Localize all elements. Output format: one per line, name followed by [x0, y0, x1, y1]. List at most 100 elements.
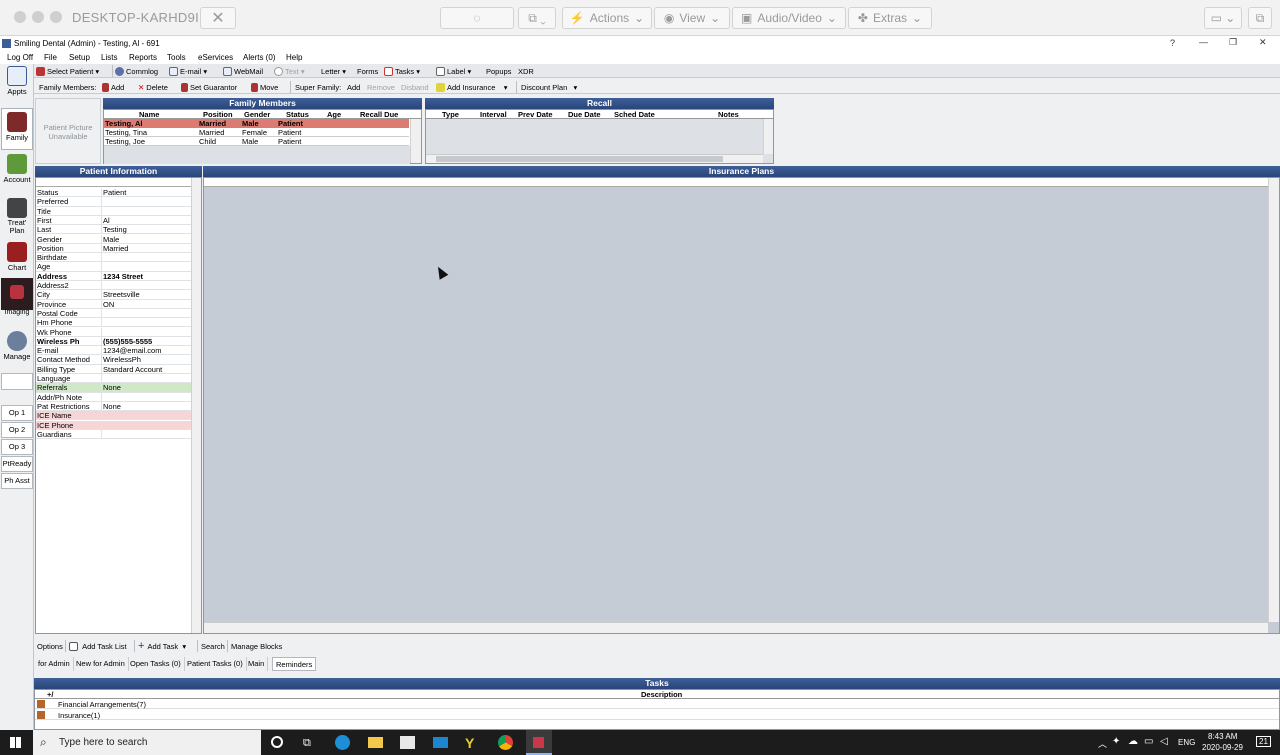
remove-button[interactable]: Remove	[367, 81, 395, 93]
module-family[interactable]: Family	[1, 108, 33, 150]
patient-info-row[interactable]: Wireless Ph (555)555-5555	[36, 336, 191, 347]
menu-reports[interactable]: Reports	[129, 53, 157, 62]
ptready-button[interactable]: PtReady	[1, 456, 33, 472]
patient-info-row[interactable]: Contact Method WirelessPh	[36, 355, 191, 365]
extras-menu[interactable]: ✤ Extras ⌄	[848, 7, 932, 29]
search-tasks-button[interactable]: Search	[201, 640, 225, 652]
patient-info-row[interactable]: Postal Code	[36, 308, 191, 319]
restore-icon[interactable]: ❐	[1229, 37, 1237, 48]
commlog-button[interactable]: Commlog	[115, 65, 158, 77]
family-row[interactable]: Testing, Tina Married Female Patient	[104, 128, 409, 137]
disconnect-button[interactable]: ✕	[200, 7, 236, 29]
family-row[interactable]: Testing, Al Married Male Patient	[104, 119, 409, 128]
tab-for-admin[interactable]: for Admin	[35, 657, 74, 671]
patient-info-row[interactable]: Referrals None	[36, 383, 191, 393]
menu-alerts[interactable]: Alerts (0)	[243, 53, 275, 62]
add-task-button[interactable]: + Add Task ▾	[138, 640, 186, 652]
letter-button[interactable]: Letter ▾	[321, 65, 346, 77]
display-button[interactable]: ▭ ⌄	[1204, 7, 1242, 29]
open-dental-taskbar-item[interactable]	[526, 730, 552, 755]
patient-info-row[interactable]: Address 1234 Street	[36, 271, 191, 281]
patient-info-row[interactable]: Language	[36, 374, 191, 384]
add-insurance-button[interactable]: Add Insurance ▾	[436, 81, 507, 93]
discount-plan-button[interactable]: Discount Plan ▾	[521, 81, 577, 93]
recall-hscroll[interactable]	[426, 154, 763, 163]
dropbox-icon[interactable]: ✦	[1112, 736, 1120, 747]
ph-asst-button[interactable]: Ph Asst	[1, 473, 33, 489]
xdr-button[interactable]: XDR	[518, 65, 534, 77]
module-treat-plan[interactable]: Treat' Plan	[1, 198, 33, 235]
task-list-row[interactable]: Insurance(1)	[35, 711, 1279, 720]
mail-icon[interactable]	[433, 737, 448, 748]
email-button[interactable]: E-mail ▾	[169, 65, 207, 77]
module-account[interactable]: Account	[1, 154, 33, 184]
patient-info-row[interactable]: Addr/Ph Note	[36, 392, 191, 402]
task-view-icon[interactable]: ⧉	[303, 737, 311, 750]
cortana-icon[interactable]	[271, 736, 283, 748]
minimize-window-dot[interactable]	[32, 11, 44, 23]
forms-button[interactable]: Forms	[357, 65, 378, 77]
options-button[interactable]: Options	[37, 640, 63, 652]
patient-info-row[interactable]: Last Testing	[36, 225, 191, 235]
view-menu[interactable]: ◉ View ⌄	[654, 7, 730, 29]
insurance-vscroll[interactable]	[1268, 178, 1279, 622]
manage-blocks-button[interactable]: Manage Blocks	[231, 640, 282, 652]
op-1-button[interactable]: Op 1	[1, 405, 33, 421]
patient-info-row[interactable]: Preferred	[36, 197, 191, 207]
patient-info-row[interactable]: ICE Phone	[36, 420, 191, 430]
popups-button[interactable]: Popups	[486, 65, 511, 77]
patient-info-row[interactable]: Province ON	[36, 299, 191, 309]
patient-info-row[interactable]: City Streetsville	[36, 290, 191, 300]
edge-icon[interactable]	[335, 735, 350, 750]
label-button[interactable]: Label ▾	[436, 65, 471, 77]
tab-reminders[interactable]: Reminders	[272, 657, 317, 671]
patient-info-row[interactable]: Position Married	[36, 243, 191, 254]
module-chart[interactable]: Chart	[1, 242, 33, 272]
patient-info-row[interactable]: Hm Phone	[36, 318, 191, 328]
family-scrollbar[interactable]	[410, 119, 421, 163]
menu-file[interactable]: File	[44, 53, 57, 62]
patient-info-row[interactable]: Title	[36, 206, 191, 216]
add-family-member-button[interactable]: Add	[102, 81, 124, 93]
patient-info-row[interactable]: Wk Phone	[36, 327, 191, 337]
patient-info-row[interactable]: Pat Restrictions None	[36, 401, 191, 412]
text-button[interactable]: Text ▾	[274, 65, 305, 77]
close-icon[interactable]: ✕	[1259, 37, 1267, 48]
help-icon[interactable]: ?	[1170, 38, 1175, 48]
file-explorer-icon[interactable]	[368, 737, 383, 748]
network-icon[interactable]: ▭	[1144, 736, 1153, 747]
patient-info-row[interactable]: ICE Name	[36, 411, 191, 421]
menu-eservices[interactable]: eServices	[198, 53, 233, 62]
set-guarantor-button[interactable]: Set Guarantor	[181, 81, 237, 93]
language-indicator[interactable]: ENG	[1178, 738, 1195, 747]
op-2-button[interactable]: Op 2	[1, 422, 33, 438]
patient-info-row[interactable]: Birthdate	[36, 253, 191, 263]
patient-info-row[interactable]: First Al	[36, 215, 191, 226]
patient-info-row[interactable]: Address2	[36, 281, 191, 291]
menu-lists[interactable]: Lists	[101, 53, 117, 62]
select-patient-button[interactable]: Select Patient ▾	[36, 65, 99, 77]
patient-info-row[interactable]: Gender Male	[36, 234, 191, 244]
module-manage[interactable]: Manage	[1, 331, 33, 361]
webmail-button[interactable]: WebMail	[223, 65, 263, 77]
zoom-window-dot[interactable]	[50, 11, 62, 23]
move-button[interactable]: Move	[251, 81, 278, 93]
recall-hscroll-thumb[interactable]	[436, 156, 723, 162]
minimize-icon[interactable]: —	[1199, 37, 1208, 47]
patient-info-row[interactable]: Guardians	[36, 429, 191, 440]
fullscreen-button[interactable]: ⧉	[1248, 7, 1272, 29]
actions-menu[interactable]: ⚡ Actions ⌄	[562, 7, 652, 29]
menu-help[interactable]: Help	[286, 53, 302, 62]
windows-search-box[interactable]: ⌕ Type here to search	[33, 730, 261, 755]
clock-date[interactable]: 2020-09-29	[1202, 743, 1243, 752]
add-task-list-button[interactable]: Add Task List	[69, 640, 127, 652]
store-icon[interactable]	[400, 736, 415, 749]
module-imaging[interactable]	[1, 278, 33, 310]
module-appts[interactable]: Appts	[1, 66, 33, 96]
chrome-icon[interactable]	[498, 735, 513, 750]
windows-start-icon[interactable]	[10, 737, 21, 748]
task-list-row[interactable]: Financial Arrangements(7)	[35, 700, 1279, 709]
disband-button[interactable]: Disband	[401, 81, 429, 93]
clock-time[interactable]: 8:43 AM	[1208, 732, 1237, 741]
tab-main[interactable]: Main	[245, 657, 269, 671]
